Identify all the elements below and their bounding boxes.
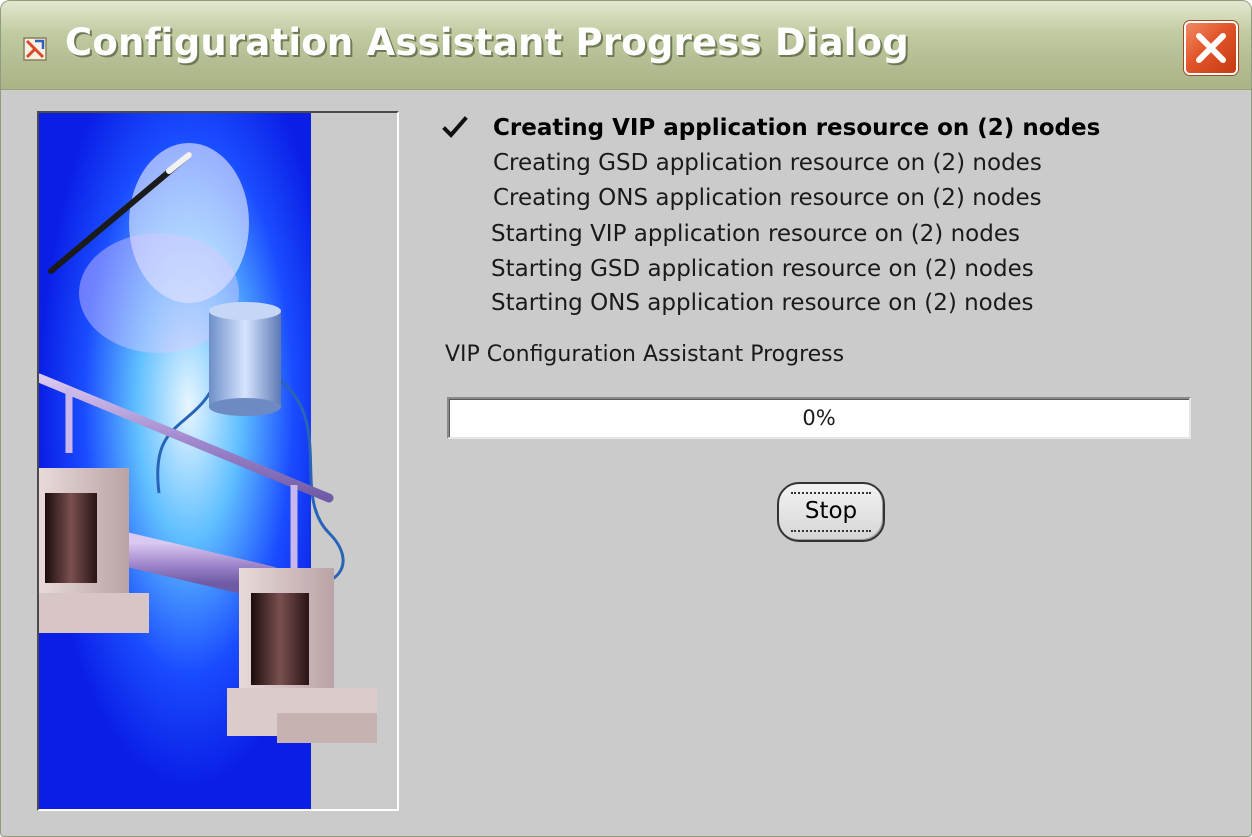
cluster-illustration-icon [39,113,397,809]
stop-button[interactable]: Stop [777,482,885,542]
close-button[interactable] [1184,21,1238,75]
window-title: Configuration Assistant Progress Dialog [65,21,909,64]
step-item: Starting VIP application resource on (2)… [491,221,1020,247]
close-icon [1196,33,1226,63]
checkmark-icon [442,116,468,138]
step-item-current: Creating VIP application resource on (2)… [493,115,1101,141]
title-bar[interactable]: Configuration Assistant Progress Dialog [1,1,1251,90]
step-item: Starting GSD application resource on (2)… [491,256,1034,282]
stop-button-label: Stop [804,498,858,524]
progress-bar: 0% [447,397,1191,439]
progress-dialog-window: Configuration Assistant Progress Dialog [0,0,1252,837]
step-item: Creating ONS application resource on (2)… [493,185,1042,211]
cluster-illustration [37,111,399,811]
progress-label: VIP Configuration Assistant Progress [445,342,845,367]
progress-percent: 0% [802,406,836,430]
step-item: Creating GSD application resource on (2)… [493,150,1042,176]
oracle-app-icon [23,37,47,61]
step-item: Starting ONS application resource on (2)… [491,290,1034,316]
